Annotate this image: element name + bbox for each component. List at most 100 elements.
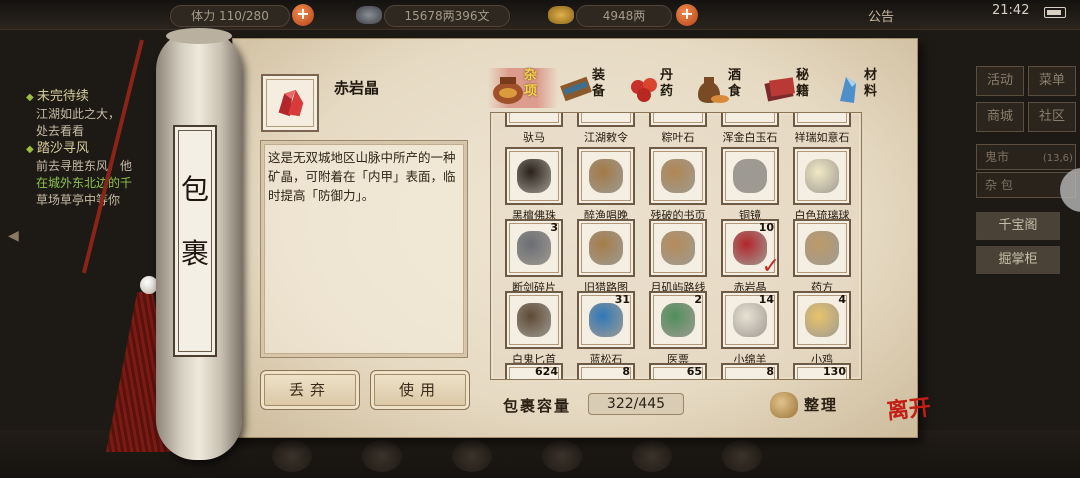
item-slot[interactable]: 4 (793, 291, 851, 349)
item-name: 祥瑞如意石 (794, 131, 850, 144)
nav-icon[interactable] (452, 440, 492, 472)
quest-title[interactable]: 未完待续 (26, 88, 164, 106)
category-tabs: 杂项 装备 丹药 酒食 秘籍 材料 (488, 68, 888, 108)
shop-button[interactable]: 商城 (976, 102, 1024, 132)
use-button[interactable]: 使用 (370, 370, 470, 410)
activity-button[interactable]: 活动 (976, 66, 1024, 96)
selected-item-name: 赤岩晶 (334, 79, 380, 97)
quest-text: 江湖如此之大， (36, 107, 121, 121)
quest-title[interactable]: 踏沙寻风 (26, 140, 164, 158)
equipment-icon (560, 76, 592, 102)
item-count: 3 (550, 221, 558, 234)
book-icon (764, 77, 795, 102)
item-slot[interactable] (505, 113, 563, 127)
quest-log[interactable]: 未完待续 江湖如此之大， 处去看看 踏沙寻风 前去寻胜东风，他 在城外东北边的千… (26, 88, 164, 209)
item-count: 8 (622, 365, 630, 378)
item-slot[interactable] (577, 219, 635, 277)
prayer-beads-icon (517, 159, 551, 193)
scroll-title-char: 包 (180, 173, 209, 206)
item-slot[interactable]: 3 (505, 219, 563, 277)
tab-label: 杂项 (524, 68, 538, 99)
route-map-icon (661, 231, 695, 265)
item-slot[interactable]: 624 (505, 363, 563, 379)
jar-icon (493, 77, 523, 104)
item-slot[interactable] (793, 147, 851, 205)
inventory-grid[interactable]: 驮马 江湖敕令 粽叶石 浑金白玉石 祥瑞如意石 黑檀佛珠 醉渔唱晚 残破的书页 铜镜白… (490, 112, 862, 380)
sheep-icon (733, 303, 767, 337)
item-slot[interactable]: 14 (721, 291, 779, 349)
system-clock: 21:42 (992, 3, 1030, 18)
tab-label: 材料 (864, 68, 878, 99)
quest-text: 处去看看 (36, 124, 85, 138)
announcement-button[interactable]: 公告 (868, 6, 894, 25)
nav-icon[interactable] (632, 440, 672, 472)
item-slot[interactable] (577, 113, 635, 127)
item-slot[interactable]: 8 (721, 363, 779, 379)
sort-button[interactable]: 整理 (770, 390, 850, 420)
menu-button[interactable]: 菜单 (1028, 66, 1076, 96)
money-display: 15678两396文 (384, 5, 510, 27)
location-display: 鬼市 (13,6) (976, 144, 1076, 170)
item-slot[interactable] (505, 291, 563, 349)
item-count: 14 (758, 293, 774, 306)
mirror-icon (733, 159, 767, 193)
community-button[interactable]: 社区 (1028, 102, 1076, 132)
item-slot[interactable]: 10 ✓ (721, 219, 780, 279)
item-slot[interactable]: 8 (577, 363, 635, 379)
item-slot[interactable] (721, 113, 779, 127)
item-slot[interactable] (577, 147, 635, 205)
item-count: 4 (838, 293, 846, 306)
tab-manuals[interactable]: 秘籍 (760, 68, 830, 108)
leave-button[interactable]: 离开 (886, 394, 942, 444)
book-icon (589, 159, 623, 193)
discard-button[interactable]: 丢弃 (260, 370, 360, 410)
add-gold-button[interactable]: + (676, 4, 698, 26)
item-slot[interactable]: 130 (793, 363, 851, 379)
shop-zhangui-button[interactable]: 掘掌柜 (976, 246, 1060, 274)
capacity-value: 322/445 (588, 393, 684, 415)
right-menu-panel: 活动 菜单 商城 社区 鬼市 (13,6) 杂 包 千宝阁 掘掌柜 (962, 56, 1080, 476)
tab-misc[interactable]: 杂项 (488, 68, 558, 108)
tab-food[interactable]: 酒食 (692, 68, 762, 108)
gold-ingot-icon (548, 6, 574, 24)
item-count: 2 (694, 293, 702, 306)
item-count: 8 (766, 365, 774, 378)
nav-icon[interactable] (542, 440, 582, 472)
add-stamina-button[interactable]: + (292, 4, 314, 26)
dagger-icon (517, 303, 551, 337)
item-slot[interactable] (649, 147, 707, 205)
item-name: 驮马 (523, 131, 545, 144)
item-name: 江湖敕令 (584, 131, 628, 144)
collapse-arrow-icon[interactable]: ◀ (8, 228, 24, 250)
item-slot[interactable]: 2 (649, 291, 707, 349)
item-slot[interactable] (721, 147, 779, 205)
tab-label: 秘籍 (796, 68, 810, 99)
tab-pills[interactable]: 丹药 (624, 68, 694, 108)
quest-text: 前去寻胜东风，他 (36, 159, 133, 173)
silver-icon (356, 6, 382, 24)
sword-shard-icon (517, 231, 551, 265)
selected-item-icon-frame (261, 74, 319, 132)
item-count: 10 (758, 221, 774, 234)
chick-icon (805, 303, 839, 337)
pill-icon (631, 78, 657, 102)
item-slot[interactable] (649, 113, 707, 127)
money-bag-icon (770, 392, 798, 418)
item-slot[interactable] (793, 113, 851, 127)
item-slot[interactable] (649, 219, 707, 277)
torn-page-icon (661, 159, 695, 193)
nav-icon[interactable] (272, 440, 312, 472)
nav-icon[interactable] (362, 440, 402, 472)
crystal-icon (840, 77, 856, 103)
battery-icon (1044, 7, 1066, 18)
quest-text: 草场草亭中等你 (36, 193, 121, 207)
tab-materials[interactable]: 材料 (828, 68, 898, 108)
turquoise-icon (589, 303, 623, 337)
item-slot[interactable] (505, 147, 563, 205)
nav-icon[interactable] (722, 440, 762, 472)
item-slot[interactable]: 31 (577, 291, 635, 349)
item-slot[interactable] (793, 219, 851, 277)
tab-equipment[interactable]: 装备 (556, 68, 626, 108)
shop-qianbaoge-button[interactable]: 千宝阁 (976, 212, 1060, 240)
item-slot[interactable]: 65 (649, 363, 707, 379)
